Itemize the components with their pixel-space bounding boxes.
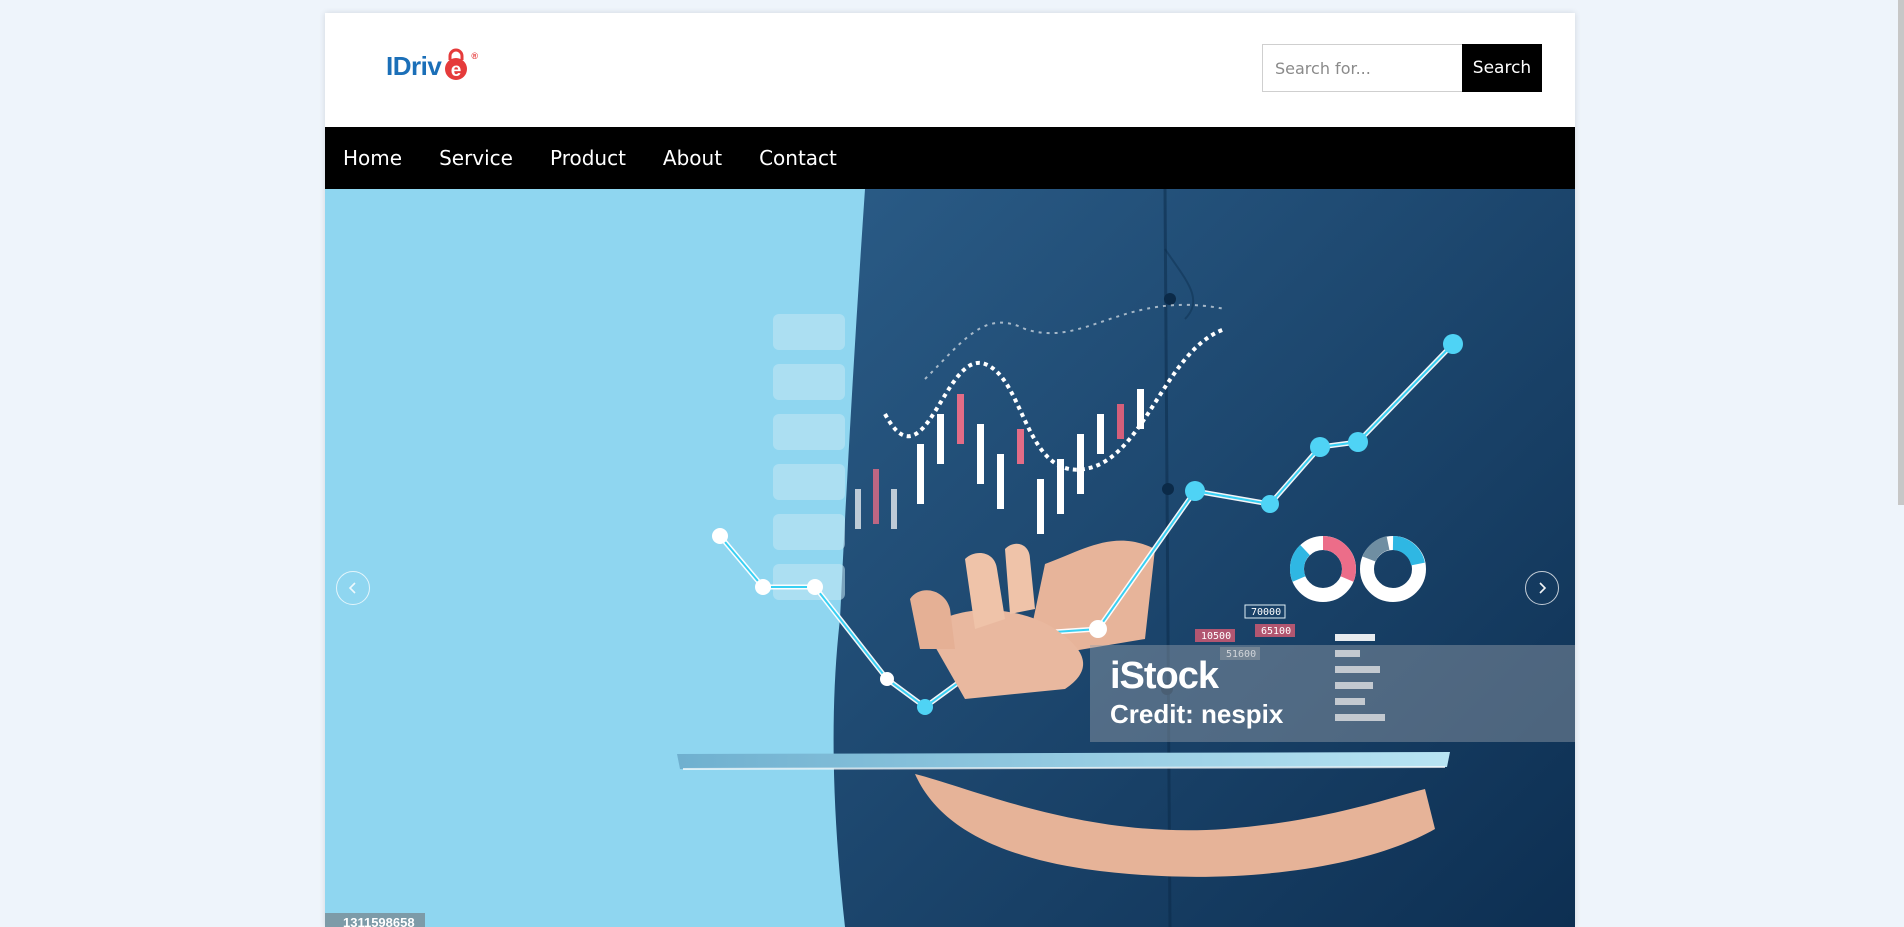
chart-label: 70000 <box>1251 607 1281 618</box>
logo-text: IDriv <box>386 51 442 81</box>
main-nav: Home Service Product About Contact <box>325 127 1575 189</box>
logo-registered-mark: ® <box>471 51 478 61</box>
nav-item-home[interactable]: Home <box>343 146 402 170</box>
nav-item-contact[interactable]: Contact <box>759 146 837 170</box>
site-header: IDriv e ® Search <box>325 13 1575 127</box>
logo-lock-e-icon: e <box>445 48 468 81</box>
credit-brand: iStock <box>1110 655 1219 697</box>
nav-item-service[interactable]: Service <box>439 146 513 170</box>
search-input[interactable] <box>1262 44 1462 92</box>
credit-line: Credit: nespix <box>1110 699 1284 729</box>
chart-label: 10500 <box>1201 631 1231 642</box>
page-container: IDriv e ® Search Home Service Product Ab… <box>325 13 1575 927</box>
hero-image: 70000 10500 65100 51600 <box>325 189 1575 927</box>
search-button[interactable]: Search <box>1462 44 1542 92</box>
page-scrollbar[interactable] <box>1898 0 1904 505</box>
image-credit-overlay: iStock Credit: nespix <box>1090 645 1575 742</box>
logo-mark: e <box>451 60 462 81</box>
chart-label: 65100 <box>1261 626 1291 637</box>
hero-carousel: 70000 10500 65100 51600 iStock Credit: n… <box>325 189 1575 927</box>
idrive-logo[interactable]: IDriv e ® <box>386 47 478 81</box>
image-id-label: 1311598658 <box>325 913 425 927</box>
nav-item-about[interactable]: About <box>663 146 722 170</box>
carousel-prev-button[interactable] <box>336 571 370 605</box>
nav-item-product[interactable]: Product <box>550 146 626 170</box>
search-form: Search <box>1262 44 1542 92</box>
chevron-left-icon <box>348 582 356 594</box>
carousel-next-button[interactable] <box>1525 571 1559 605</box>
chevron-right-icon <box>1539 582 1547 594</box>
